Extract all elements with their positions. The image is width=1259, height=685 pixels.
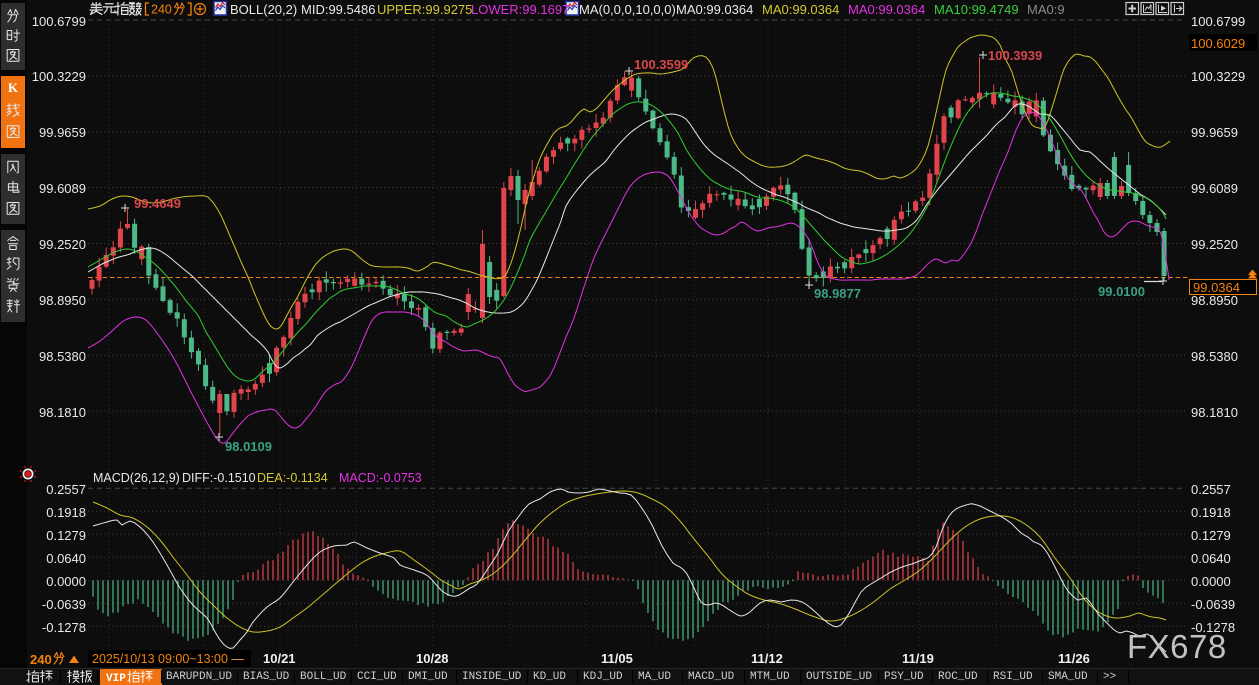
svg-text:VIP: VIP — [106, 673, 126, 685]
